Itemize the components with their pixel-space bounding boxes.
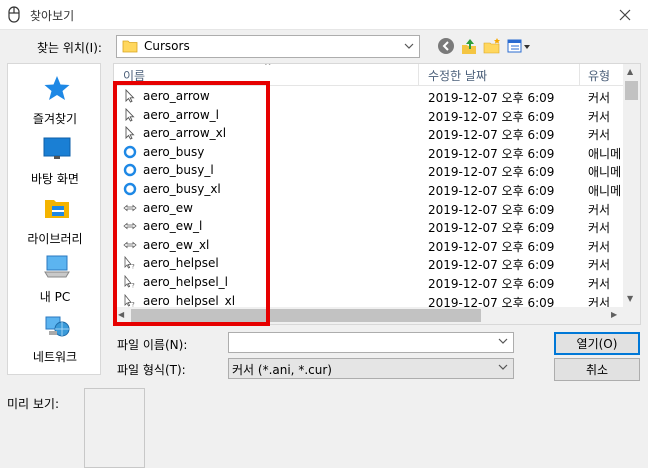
- place-label: 바탕 화면: [31, 172, 79, 186]
- place-network[interactable]: 네트워크: [8, 312, 102, 370]
- file-date: 2019-12-07 오후 6:09: [428, 202, 555, 217]
- place-label: 라이브러리: [27, 232, 83, 246]
- vertical-scroll-thumb[interactable]: [625, 81, 638, 100]
- lookin-combo[interactable]: Cursors: [116, 35, 420, 58]
- library-icon: [45, 200, 69, 218]
- file-date: 2019-12-07 오후 6:09: [428, 91, 555, 105]
- file-type: 커서: [588, 109, 611, 124]
- close-icon: [619, 9, 631, 21]
- new-folder-icon: [483, 38, 500, 54]
- new-folder-button[interactable]: [482, 36, 502, 56]
- file-date: 2019-12-07 오후 6:09: [428, 221, 555, 236]
- column-type[interactable]: 유형: [588, 67, 610, 84]
- folder-icon: [122, 40, 138, 53]
- file-date: 2019-12-07 오후 6:09: [428, 276, 555, 291]
- file-date: 2019-12-07 오후 6:09: [428, 109, 555, 124]
- network-icon: [45, 316, 70, 337]
- file-type: 커서: [588, 239, 611, 254]
- filetype-select[interactable]: 커서 (*.ani, *.cur): [228, 358, 514, 379]
- back-icon: [438, 38, 454, 54]
- back-button[interactable]: [436, 36, 456, 56]
- lookin-value: Cursors: [144, 39, 190, 53]
- title-bar: 찾아보기: [0, 0, 648, 30]
- preview-box: [84, 388, 145, 468]
- file-date: 2019-12-07 오후 6:09: [428, 183, 555, 198]
- file-date: 2019-12-07 오후 6:09: [428, 239, 555, 254]
- places-bar: 즐겨찾기 바탕 화면 라이브러리 내 PC 네트워크: [7, 63, 101, 375]
- open-button[interactable]: 열기(O): [554, 332, 640, 355]
- file-date: 2019-12-07 오후 6:09: [428, 165, 555, 180]
- chevron-down-icon: [498, 364, 508, 370]
- desktop-icon: [43, 137, 71, 159]
- file-type: 커서: [588, 91, 611, 105]
- filetype-label: 파일 형식(T):: [117, 363, 186, 377]
- highlight-box: [113, 81, 270, 326]
- scroll-right-icon[interactable]: ▶: [611, 310, 617, 319]
- file-type: 애니메: [588, 146, 622, 161]
- file-type: 커서: [588, 202, 611, 217]
- place-label: 즐겨찾기: [32, 112, 78, 126]
- file-type: 커서: [588, 128, 611, 143]
- file-type: 커서: [588, 221, 611, 236]
- file-date: 2019-12-07 오후 6:09: [428, 128, 555, 143]
- view-menu-button[interactable]: [506, 36, 532, 56]
- chevron-down-icon: [404, 43, 414, 49]
- up-folder-button[interactable]: [459, 36, 479, 56]
- file-type: 애니메: [588, 183, 622, 198]
- computer-icon: [44, 255, 70, 278]
- column-date[interactable]: 수정한 날짜: [428, 67, 487, 84]
- scroll-up-icon[interactable]: ▲: [627, 67, 633, 76]
- file-type: 애니메: [588, 165, 622, 180]
- filetype-value: 커서 (*.ani, *.cur): [232, 363, 332, 377]
- filename-input[interactable]: [228, 332, 514, 353]
- place-this-pc[interactable]: 내 PC: [8, 252, 102, 310]
- scroll-down-icon[interactable]: ▼: [627, 294, 633, 303]
- up-folder-icon: [462, 39, 476, 54]
- lookin-label: 찾는 위치(I):: [37, 41, 102, 55]
- file-type: 커서: [588, 276, 611, 291]
- file-date: 2019-12-07 오후 6:09: [428, 146, 555, 161]
- vertical-scrollbar[interactable]: ▲ ▼: [623, 64, 640, 309]
- view-menu-icon: [507, 39, 530, 53]
- place-label: 내 PC: [39, 290, 71, 304]
- star-icon: [44, 76, 70, 100]
- sort-ascending-icon: ^: [264, 63, 272, 72]
- cancel-button[interactable]: 취소: [554, 358, 640, 381]
- file-type: 커서: [588, 258, 611, 273]
- place-favorites[interactable]: 즐겨찾기: [8, 74, 102, 132]
- preview-label: 미리 보기:: [7, 397, 60, 411]
- close-button[interactable]: [610, 4, 640, 26]
- place-desktop[interactable]: 바탕 화면: [8, 134, 102, 192]
- window-title: 찾아보기: [30, 9, 75, 23]
- place-library[interactable]: 라이브러리: [8, 194, 102, 252]
- chevron-down-icon[interactable]: [498, 336, 508, 346]
- file-date: 2019-12-07 오후 6:09: [428, 258, 555, 273]
- mouse-icon: [8, 6, 20, 23]
- filename-label: 파일 이름(N):: [117, 338, 188, 352]
- place-label: 네트워크: [32, 350, 78, 364]
- scroll-corner: [623, 307, 640, 324]
